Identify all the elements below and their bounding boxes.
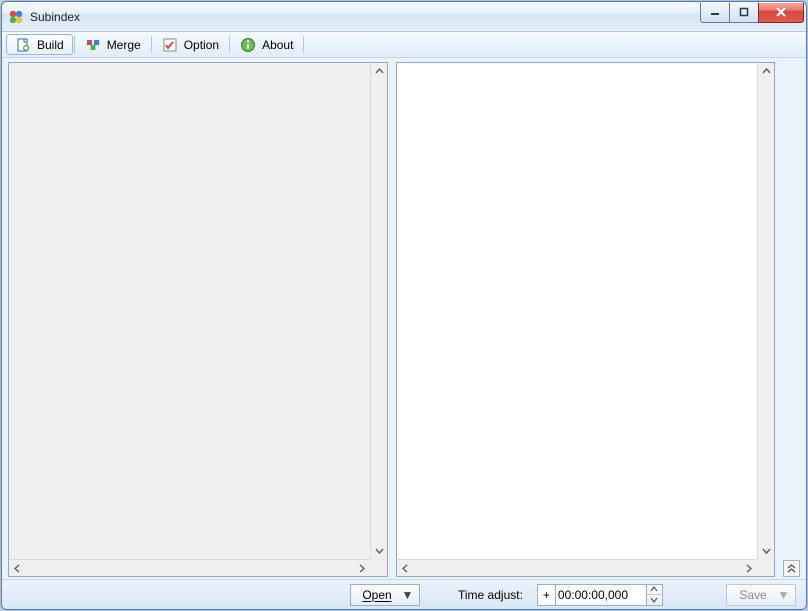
build-label: Build (37, 38, 64, 52)
options-icon (162, 37, 178, 53)
left-pane-body[interactable] (9, 63, 387, 576)
left-pane (8, 62, 388, 577)
spinner-up-icon[interactable] (647, 585, 662, 596)
window-title: Subindex (30, 10, 80, 24)
about-button[interactable]: About (231, 34, 302, 55)
maximize-button[interactable] (729, 3, 759, 23)
app-icon (8, 9, 24, 25)
bottom-bar: Open ▼ Time adjust: + Save ▼ (2, 579, 806, 609)
minimize-button[interactable] (700, 3, 730, 23)
window-controls (701, 3, 804, 23)
toolbar-separator (151, 36, 152, 53)
close-button[interactable] (758, 3, 804, 23)
scroll-left-icon[interactable] (397, 560, 414, 576)
right-vertical-scrollbar[interactable] (757, 63, 774, 559)
scroll-corner (757, 559, 774, 576)
main-area (2, 58, 806, 579)
spinner-down-icon[interactable] (647, 595, 662, 605)
save-label: Save (731, 588, 775, 602)
option-label: Option (184, 38, 219, 52)
toolbar-separator (229, 36, 230, 53)
collapse-button[interactable] (783, 560, 800, 577)
dropdown-arrow-icon: ▼ (775, 588, 791, 602)
time-adjust-label: Time adjust: (458, 588, 523, 602)
time-spinner (647, 584, 663, 606)
open-button[interactable]: Open ▼ (350, 584, 420, 606)
merge-icon (85, 37, 101, 53)
right-pane (396, 62, 776, 577)
merge-button[interactable]: Merge (76, 34, 150, 55)
right-pane-body[interactable] (397, 63, 775, 576)
time-adjust-control: + (537, 584, 663, 606)
scroll-corner (370, 559, 387, 576)
option-button[interactable]: Option (153, 34, 228, 55)
scroll-right-icon[interactable] (353, 560, 370, 576)
scroll-up-icon[interactable] (371, 63, 387, 80)
left-horizontal-scrollbar[interactable] (9, 559, 370, 576)
save-button[interactable]: Save ▼ (726, 584, 796, 606)
info-icon (240, 37, 256, 53)
right-horizontal-scrollbar[interactable] (397, 559, 758, 576)
dropdown-arrow-icon: ▼ (399, 588, 415, 602)
toolbar-separator (303, 36, 304, 53)
titlebar: Subindex (2, 2, 806, 32)
merge-label: Merge (107, 38, 141, 52)
open-label: Open (355, 588, 399, 602)
scroll-right-icon[interactable] (740, 560, 757, 576)
toolbar: Build Merge Option About (2, 32, 806, 58)
app-window: Subindex Build Merge (1, 1, 807, 610)
left-vertical-scrollbar[interactable] (370, 63, 387, 559)
about-label: About (262, 38, 293, 52)
toolbar-separator (74, 36, 75, 53)
document-new-icon (15, 37, 31, 53)
scroll-left-icon[interactable] (9, 560, 26, 576)
build-button[interactable]: Build (6, 34, 73, 55)
scroll-up-icon[interactable] (758, 63, 774, 80)
time-sign-toggle[interactable]: + (537, 584, 555, 606)
right-side-strip (783, 62, 800, 577)
scroll-down-icon[interactable] (371, 542, 387, 559)
scroll-down-icon[interactable] (758, 542, 774, 559)
time-input[interactable] (555, 584, 647, 606)
